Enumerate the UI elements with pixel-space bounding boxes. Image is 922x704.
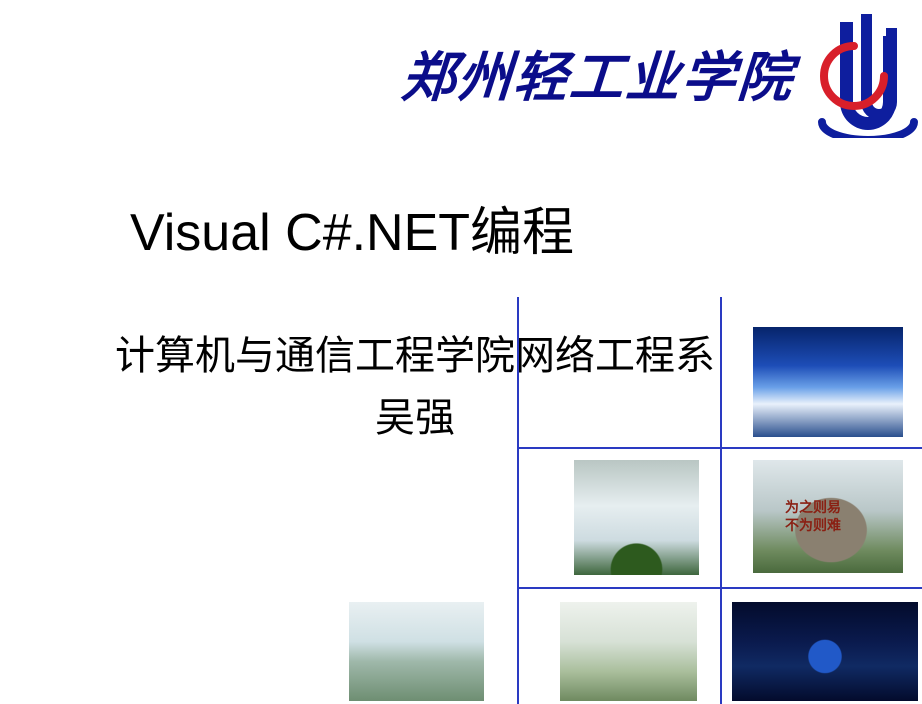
university-logo-icon	[800, 8, 918, 138]
campus-sky-photo	[753, 327, 903, 437]
grid-line-vertical	[517, 297, 519, 704]
grid-line-horizontal	[517, 587, 922, 589]
campus-trees-photo	[574, 460, 699, 575]
author-name: 吴强	[70, 387, 760, 449]
campus-pavilion-photo	[349, 602, 484, 701]
course-title: Visual C#.NET编程	[130, 190, 574, 265]
grid-line-vertical	[720, 297, 722, 704]
school-name: 郑州轻工业学院	[399, 33, 797, 112]
stone-inscription: 为之则易 不为则难	[785, 500, 841, 535]
campus-stone-photo: 为之则易 不为则难	[753, 460, 903, 573]
grid-line-horizontal	[517, 447, 922, 449]
campus-night-building-photo	[732, 602, 918, 701]
campus-gazebo-photo	[560, 602, 697, 701]
subtitle-block: 计算机与通信工程学院网络工程系 吴强	[70, 325, 760, 449]
slide-header: 郑州轻工业学院	[0, 0, 922, 155]
department-name: 计算机与通信工程学院网络工程系	[70, 325, 760, 387]
